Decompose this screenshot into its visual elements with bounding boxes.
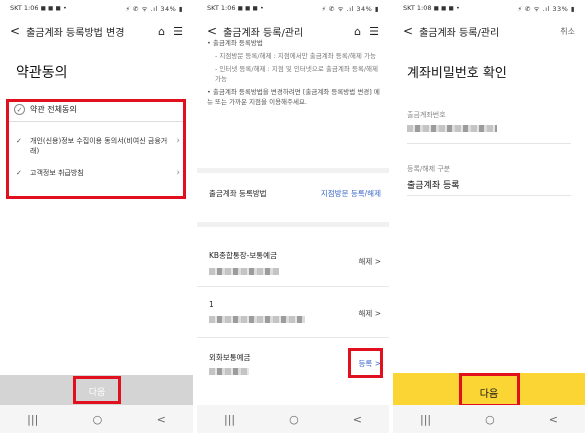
row-divider bbox=[197, 286, 389, 287]
screen-account-management: SKT 1:06 ◼ ◼ ◼ • ⚡ ✆ ᯤ .ıl 34% ▮ < 출금계좌 … bbox=[197, 0, 389, 433]
recent-apps-icon[interactable]: ||| bbox=[27, 413, 38, 426]
masked-account-number bbox=[209, 315, 305, 323]
highlight-box bbox=[348, 348, 383, 378]
masked-account-number bbox=[209, 267, 279, 275]
cancel-button[interactable]: 취소 bbox=[560, 26, 575, 37]
info-line: - 인터넷 등록/해제 : 지점 및 인터넷으로 출금계좌 등록/해제 가능 bbox=[215, 65, 378, 83]
highlight-box bbox=[6, 99, 186, 199]
account-number-label: 출금계좌번호 bbox=[407, 111, 446, 119]
highlight-box bbox=[459, 373, 520, 407]
home-icon[interactable]: ⌂ bbox=[158, 25, 165, 38]
screen-terms-agreement: SKT 1:06 ◼ ◼ ◼ • ⚡ ✆ ᯤ .ıl 34% ▮ < 출금계좌 … bbox=[0, 0, 193, 433]
recent-apps-icon[interactable]: ||| bbox=[224, 413, 235, 426]
account-name: KB종합통장-보통예금 bbox=[209, 251, 277, 260]
page-title: 출금계좌 등록방법 변경 bbox=[26, 27, 125, 39]
unregister-link[interactable]: 해제 > bbox=[359, 308, 381, 319]
info-line: - 지점방문 등록/해제 : 지점에서만 출금계좌 등록/해제 가능 bbox=[215, 52, 376, 60]
back-nav-icon[interactable]: < bbox=[353, 413, 362, 426]
app-bar: < 출금계좌 등록방법 변경 ⌂ ☰ bbox=[0, 16, 193, 46]
status-bar: SKT 1:06 ◼ ◼ ◼ • ⚡ ✆ ᯤ .ıl 34% ▮ bbox=[197, 0, 389, 16]
masked-account-number bbox=[209, 367, 249, 375]
account-number-field bbox=[407, 124, 571, 144]
system-nav-bar: ||| ○ < bbox=[197, 405, 389, 433]
status-left: SKT 1:06 ◼ ◼ ◼ • bbox=[10, 4, 67, 12]
menu-icon[interactable]: ☰ bbox=[173, 25, 183, 38]
section-divider bbox=[197, 168, 389, 173]
status-left: SKT 1:06 ◼ ◼ ◼ • bbox=[207, 4, 264, 12]
status-bar: SKT 1:08 ◼ ◼ ◼ • ⚡ ✆ ᯤ .ıl 33% ▮ bbox=[393, 0, 585, 16]
status-right: ⚡ ✆ ᯤ .ıl 34% ▮ bbox=[125, 4, 183, 13]
home-nav-icon[interactable]: ○ bbox=[289, 413, 299, 426]
method-label: 출금계좌 등록방법 bbox=[209, 189, 267, 198]
method-value: 지점방문 등록/해제 bbox=[320, 189, 381, 198]
section-heading: 약관동의 bbox=[16, 65, 68, 81]
account-row[interactable]: 1 해제 > bbox=[209, 300, 381, 323]
account-name: 외화보통예금 bbox=[209, 353, 251, 362]
highlight-box bbox=[73, 376, 121, 404]
account-row[interactable]: KB종합통장-보통예금 해제 > bbox=[209, 250, 381, 275]
status-right: ⚡ ✆ ᯤ .ıl 33% ▮ bbox=[517, 4, 575, 13]
row-divider bbox=[197, 337, 389, 338]
section-heading: 계좌비밀번호 확인 bbox=[407, 66, 507, 81]
back-arrow-icon[interactable]: < bbox=[403, 24, 413, 38]
page-title: 출금계좌 등록/관리 bbox=[419, 27, 500, 39]
app-bar: < 출금계좌 등록/관리 취소 bbox=[393, 16, 585, 46]
account-name: 1 bbox=[209, 300, 214, 309]
info-notes: • 출금계좌 등록방법 - 지점방문 등록/해제 : 지점에서만 출금계좌 등록… bbox=[207, 38, 381, 107]
status-bar: SKT 1:06 ◼ ◼ ◼ • ⚡ ✆ ᯤ .ıl 34% ▮ bbox=[0, 0, 193, 16]
recent-apps-icon[interactable]: ||| bbox=[420, 413, 431, 426]
screen-password-check: SKT 1:08 ◼ ◼ ◼ • ⚡ ✆ ᯤ .ıl 33% ▮ < 출금계좌 … bbox=[393, 0, 585, 433]
registration-type-label: 등록/해제 구분 bbox=[407, 165, 451, 173]
back-nav-icon[interactable]: < bbox=[549, 413, 558, 426]
registration-type-value: 출금계좌 등록 bbox=[407, 178, 571, 196]
back-nav-icon[interactable]: < bbox=[157, 413, 166, 426]
info-line: • 출금계좌 등록방법 bbox=[207, 39, 263, 47]
page-title: 출금계좌 등록/관리 bbox=[223, 27, 304, 39]
home-nav-icon[interactable]: ○ bbox=[485, 413, 495, 426]
masked-account-number bbox=[407, 125, 497, 132]
registration-method-row: 출금계좌 등록방법 지점방문 등록/해제 bbox=[209, 188, 381, 199]
home-nav-icon[interactable]: ○ bbox=[93, 413, 103, 426]
system-nav-bar: ||| ○ < bbox=[393, 405, 585, 433]
menu-icon[interactable]: ☰ bbox=[369, 25, 379, 38]
back-arrow-icon[interactable]: < bbox=[10, 24, 20, 38]
status-left: SKT 1:08 ◼ ◼ ◼ • bbox=[403, 4, 460, 12]
system-nav-bar: ||| ○ < bbox=[0, 405, 193, 433]
section-divider bbox=[197, 222, 389, 227]
unregister-link[interactable]: 해제 > bbox=[359, 256, 381, 267]
info-line: • 출금계좌 등록방법을 변경하려면 [출금계좌 등록방법 변경] 메뉴 또는 … bbox=[207, 88, 380, 106]
home-icon[interactable]: ⌂ bbox=[354, 25, 361, 38]
back-arrow-icon[interactable]: < bbox=[207, 24, 217, 38]
status-right: ⚡ ✆ ᯤ .ıl 34% ▮ bbox=[321, 4, 379, 13]
